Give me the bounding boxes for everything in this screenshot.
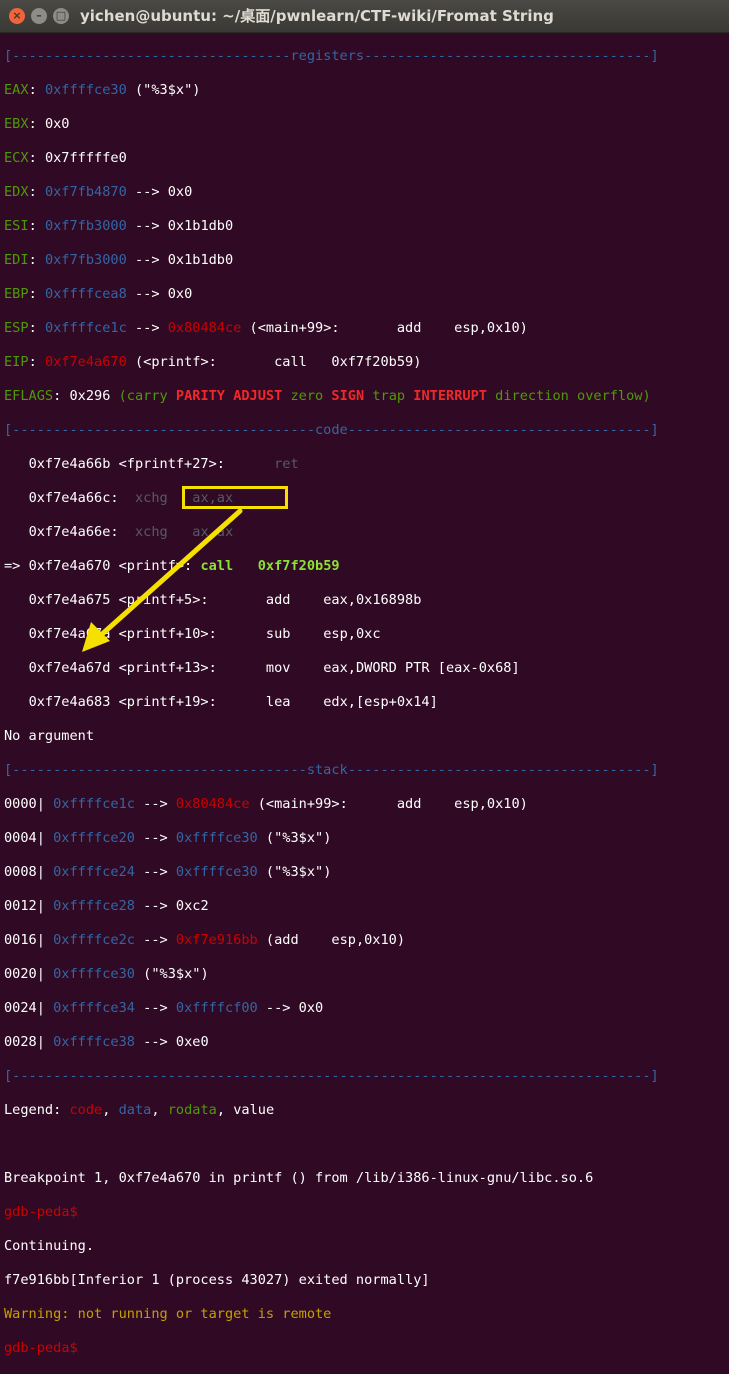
close-window-button[interactable]: × [9, 8, 25, 24]
stack-row: 0024| 0xffffce34 --> 0xffffcf00 --> 0x0 [4, 1000, 324, 1016]
window-title: yichen@ubuntu: ~/桌面/pwnlearn/CTF-wiki/Fr… [80, 7, 554, 25]
code-line: 0xf7e4a675 <printf+5>: add eax,0x16898b [28, 592, 422, 608]
stack-row-highlighted: 0016| 0xffffce2c --> 0xf7e916bb (add esp… [4, 932, 406, 948]
breakpoint-message: Breakpoint 1, 0xf7e4a670 in printf () fr… [4, 1170, 594, 1186]
gdb-prompt: gdb-peda$ [4, 1340, 78, 1356]
stack-row: 0028| 0xffffce38 --> 0xe0 [4, 1034, 209, 1050]
stack-row: 0020| 0xffffce30 ("%3$x") [4, 966, 209, 982]
registers-header: [----------------------------------regis… [4, 48, 659, 64]
code-line: 0xf7e4a67d <printf+13>: mov eax,DWORD PT… [28, 660, 520, 676]
minimize-window-button[interactable]: – [31, 8, 47, 24]
register-eip: EIP: 0xf7e4a670 (<printf>: call 0xf7f20b… [4, 354, 422, 370]
code-line: 0xf7e4a66e: xchg ax,ax [28, 524, 234, 540]
stack-footer: [---------------------------------------… [4, 1068, 659, 1084]
stack-row: 0000| 0xffffce1c --> 0x80484ce (<main+99… [4, 796, 528, 812]
no-argument-text: No argument [4, 728, 95, 744]
highlighted-return-address: 0xf7e916bb [175, 932, 258, 948]
register-eax: EAX: 0xffffce30 ("%3$x") [4, 82, 201, 98]
register-edi: EDI: 0xf7fb3000 --> 0x1b1db0 [4, 252, 234, 268]
terminal-scrollbar[interactable] [725, 33, 729, 710]
register-ecx: ECX: 0x7fffffe0 [4, 150, 127, 166]
legend: Legend: code, data, rodata, value [4, 1102, 275, 1118]
code-line-current: => 0xf7e4a670 <printf>: call 0xf7f20b59 [4, 558, 340, 574]
code-header: [-------------------------------------co… [4, 422, 659, 438]
register-esi: ESI: 0xf7fb3000 --> 0x1b1db0 [4, 218, 234, 234]
warning-message: Warning: not running or target is remote [4, 1306, 332, 1322]
maximize-window-button[interactable]: □ [53, 8, 69, 24]
highlight-box [182, 486, 288, 509]
stack-row: 0008| 0xffffce24 --> 0xffffce30 ("%3$x") [4, 864, 332, 880]
register-eflags: EFLAGS: 0x296 (carry PARITY ADJUST zero … [4, 388, 651, 404]
register-edx: EDX: 0xf7fb4870 --> 0x0 [4, 184, 193, 200]
title-bar: × – □ yichen@ubuntu: ~/桌面/pwnlearn/CTF-w… [0, 0, 729, 33]
terminal-output[interactable]: [----------------------------------regis… [4, 31, 729, 1374]
gdb-prompt: gdb-peda$ [4, 1204, 78, 1220]
register-ebx: EBX: 0x0 [4, 116, 70, 132]
stack-row: 0004| 0xffffce20 --> 0xffffce30 ("%3$x") [4, 830, 332, 846]
register-esp: ESP: 0xffffce1c --> 0x80484ce (<main+99>… [4, 320, 528, 336]
stack-row: 0012| 0xffffce28 --> 0xc2 [4, 898, 209, 914]
program-output: f7e916bb[Inferior 1 (process 43027) exit… [4, 1272, 430, 1288]
continuing-message: Continuing. [4, 1238, 95, 1254]
register-ebp: EBP: 0xffffcea8 --> 0x0 [4, 286, 193, 302]
code-line: 0xf7e4a66b <fprintf+27>: ret [28, 456, 299, 472]
stack-header: [------------------------------------sta… [4, 762, 659, 778]
code-line: 0xf7e4a683 <printf+19>: lea edx,[esp+0x1… [28, 694, 438, 710]
code-line: 0xf7e4a66c: xchg ax,ax [28, 490, 234, 506]
code-line: 0xf7e4a67a <printf+10>: sub esp,0xc [28, 626, 381, 642]
